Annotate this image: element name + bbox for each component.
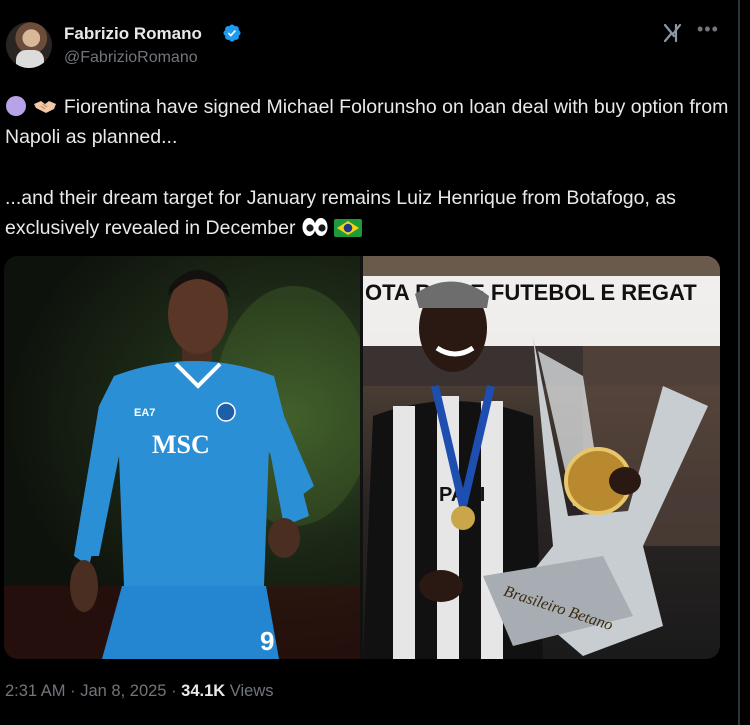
grok-icon[interactable]	[662, 22, 686, 44]
separator: ·	[171, 682, 177, 700]
stadium-banner: OTA RO DE FUTEBOL E REGAT	[365, 280, 697, 305]
folorunsho-photo[interactable]: EA7 MSC 9	[4, 256, 360, 659]
purple-circle-icon	[6, 96, 26, 116]
right-border	[738, 0, 740, 725]
tweet-paragraph-2: ...and their dream target for January re…	[5, 183, 730, 243]
author-handle[interactable]: @FabrizioRomano	[64, 49, 198, 67]
kit-maker-label: EA7	[134, 407, 155, 419]
views-label: Views	[229, 682, 274, 700]
tweet-text: Fiorentina have signed Michael Folorunsh…	[5, 92, 730, 243]
sponsor-label: MSC	[152, 430, 210, 459]
eyes-icon	[302, 218, 328, 236]
more-icon[interactable]: •••	[697, 19, 719, 40]
henrique-illustration: OTA RO DE FUTEBOL E REGAT PARI Brasileir…	[363, 256, 720, 659]
tweet-date[interactable]: Jan 8, 2025	[80, 682, 166, 700]
paragraph-1-text: Fiorentina have signed Michael Folorunsh…	[5, 96, 729, 148]
views-count: 34.1K	[181, 682, 226, 700]
tweet-media[interactable]: EA7 MSC 9 OTA RO DE FUTEBOL E REGAT PARI	[4, 256, 720, 659]
author-name[interactable]: Fabrizio Romano	[64, 24, 202, 44]
tweet-paragraph-1: Fiorentina have signed Michael Folorunsh…	[5, 92, 730, 152]
brazil-flag-icon	[334, 219, 363, 237]
verified-badge-icon	[223, 24, 241, 42]
tweet-time[interactable]: 2:31 AM	[5, 682, 66, 700]
avatar[interactable]	[6, 22, 52, 68]
tweet-timestamp[interactable]: 2:31 AM · Jan 8, 2025 · 34.1K Views	[5, 682, 274, 701]
folorunsho-illustration: EA7 MSC 9	[4, 270, 360, 659]
shorts-number: 9	[260, 626, 274, 656]
separator: ·	[70, 682, 76, 700]
henrique-photo[interactable]: OTA RO DE FUTEBOL E REGAT PARI Brasileir…	[363, 256, 720, 659]
handshake-icon	[34, 101, 57, 113]
